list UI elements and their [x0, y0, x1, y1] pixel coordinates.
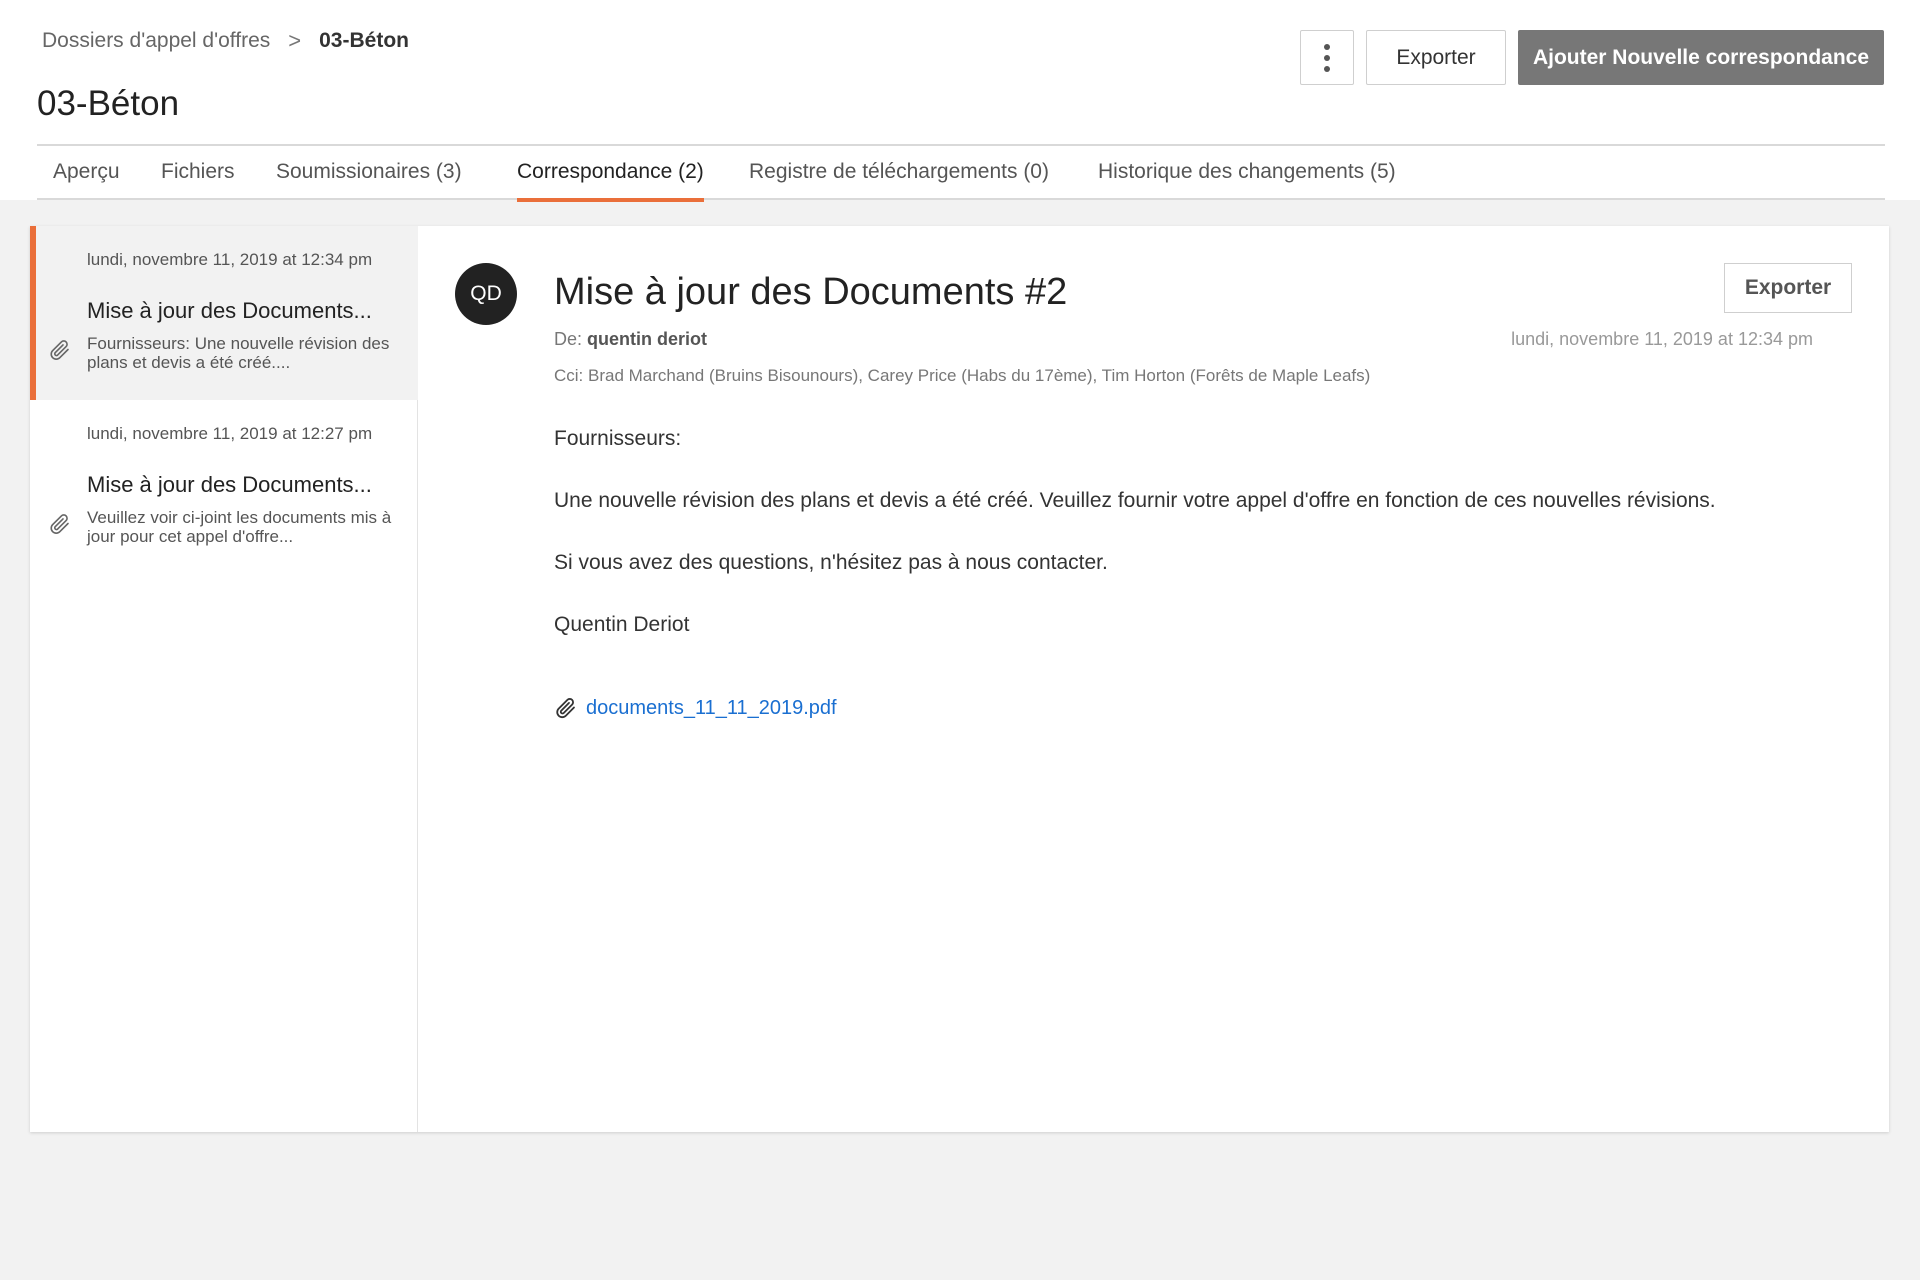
message-title: Mise à jour des Documents #2	[554, 271, 1068, 313]
message-date: lundi, novembre 11, 2019 at 12:34 pm	[87, 250, 373, 269]
message-subject: Mise à jour des Documents...	[87, 298, 372, 323]
export-button[interactable]: Exporter	[1366, 30, 1506, 85]
paperclip-icon	[556, 698, 575, 719]
list-item[interactable]: lundi, novembre 11, 2019 at 12:27 pm Mis…	[30, 400, 418, 574]
message-subject: Mise à jour des Documents...	[87, 472, 372, 497]
body-paragraph: Une nouvelle révision des plans et devis…	[554, 489, 1716, 512]
breadcrumb: Dossiers d'appel d'offres > 03-Béton	[42, 28, 409, 54]
message-list: lundi, novembre 11, 2019 at 12:34 pm Mis…	[30, 226, 418, 1132]
page-header: Dossiers d'appel d'offres > 03-Béton 03-…	[0, 0, 1920, 202]
body-signature: Quentin Deriot	[554, 613, 690, 636]
tab-fichiers[interactable]: Fichiers	[161, 160, 235, 200]
sender-name: quentin deriot	[587, 329, 708, 349]
more-options-button[interactable]	[1300, 30, 1354, 85]
tab-correspondance[interactable]: Correspondance (2)	[517, 160, 704, 202]
attachment: documents_11_11_2019.pdf	[554, 696, 837, 720]
bcc-recipients: Cci: Brad Marchand (Bruins Bisounours), …	[554, 366, 1371, 385]
tab-apercu[interactable]: Aperçu	[53, 160, 120, 200]
paperclip-icon	[50, 340, 69, 360]
list-item[interactable]: lundi, novembre 11, 2019 at 12:34 pm Mis…	[30, 226, 418, 400]
message-body: Fournisseurs: Une nouvelle révision des …	[554, 426, 1854, 674]
body-greeting: Fournisseurs:	[554, 427, 682, 450]
more-vertical-icon	[1324, 43, 1330, 72]
body-paragraph: Si vous avez des questions, n'hésitez pa…	[554, 551, 1108, 574]
tab-soumissionaires[interactable]: Soumissionaires (3)	[276, 160, 462, 200]
message-detail: QD Mise à jour des Documents #2 Exporter…	[418, 226, 1889, 1132]
message-date: lundi, novembre 11, 2019 at 12:27 pm	[87, 424, 373, 443]
breadcrumb-current: 03-Béton	[319, 29, 409, 52]
message-preview: Veuillez voir ci-joint les documents mis…	[87, 508, 392, 546]
chevron-right-icon: >	[288, 28, 302, 53]
tab-bar: Aperçu Fichiers Soumissionaires (3) Corr…	[37, 146, 1885, 202]
attachment-link[interactable]: documents_11_11_2019.pdf	[586, 697, 837, 720]
breadcrumb-parent-link[interactable]: Dossiers d'appel d'offres	[42, 29, 270, 53]
add-correspondence-button[interactable]: Ajouter Nouvelle correspondance	[1518, 30, 1884, 85]
message-preview: Fournisseurs: Une nouvelle révision des …	[87, 334, 390, 372]
paperclip-icon	[50, 514, 69, 534]
export-message-button[interactable]: Exporter	[1724, 263, 1852, 313]
sent-date: lundi, novembre 11, 2019 at 12:34 pm	[1511, 329, 1813, 349]
page-title: 03-Béton	[37, 84, 180, 123]
tab-registre-telechargements[interactable]: Registre de téléchargements (0)	[749, 160, 1049, 200]
correspondence-panel: lundi, novembre 11, 2019 at 12:34 pm Mis…	[30, 226, 1889, 1132]
from-label: De:	[554, 329, 583, 349]
sender: De: quentin deriot	[554, 329, 707, 350]
tab-historique-changements[interactable]: Historique des changements (5)	[1098, 160, 1396, 200]
avatar: QD	[455, 263, 517, 325]
